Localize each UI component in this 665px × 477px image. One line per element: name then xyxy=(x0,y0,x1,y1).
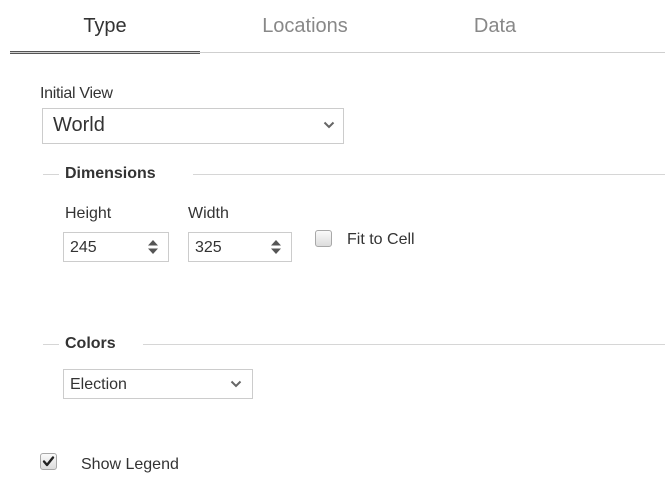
tab-bar: Type Locations Data xyxy=(10,0,665,54)
show-legend-label: Show Legend xyxy=(81,456,179,473)
colors-select[interactable]: Election xyxy=(63,369,253,399)
tab-data[interactable]: Data xyxy=(465,15,525,52)
colors-title: Colors xyxy=(65,335,116,352)
checkmark-icon xyxy=(42,456,55,467)
height-value: 245 xyxy=(70,239,97,256)
tab-data-label: Data xyxy=(473,15,517,37)
fit-to-cell-label: Fit to Cell xyxy=(347,231,415,248)
show-legend-checkbox[interactable] xyxy=(40,453,57,470)
colors-value: Election xyxy=(70,376,127,393)
initial-view-select[interactable]: World xyxy=(42,108,344,144)
dimensions-rule-left xyxy=(43,174,59,175)
tab-divider xyxy=(10,52,665,53)
width-label: Width xyxy=(188,205,229,222)
settings-panel: Type Locations Data Initial View World D… xyxy=(0,0,665,477)
colors-rule-left xyxy=(43,344,59,345)
height-label: Height xyxy=(65,205,112,222)
tab-locations-label: Locations xyxy=(262,15,348,37)
initial-view-label: Initial View xyxy=(40,85,113,102)
spinner-arrows-icon[interactable] xyxy=(270,239,282,255)
tab-type[interactable]: Type xyxy=(10,15,200,54)
tab-locations[interactable]: Locations xyxy=(245,15,365,52)
initial-view-value: World xyxy=(53,114,105,136)
chevron-down-icon xyxy=(230,380,242,388)
spinner-arrows-icon[interactable] xyxy=(147,239,159,255)
height-input[interactable]: 245 xyxy=(63,232,169,262)
width-value: 325 xyxy=(195,239,222,256)
fit-to-cell-checkbox[interactable] xyxy=(315,230,332,247)
dimensions-title: Dimensions xyxy=(65,165,156,182)
dimensions-rule-right xyxy=(193,174,665,175)
colors-rule-right xyxy=(143,344,665,345)
width-input[interactable]: 325 xyxy=(188,232,292,262)
tab-type-label: Type xyxy=(83,15,127,37)
chevron-down-icon xyxy=(323,121,335,129)
